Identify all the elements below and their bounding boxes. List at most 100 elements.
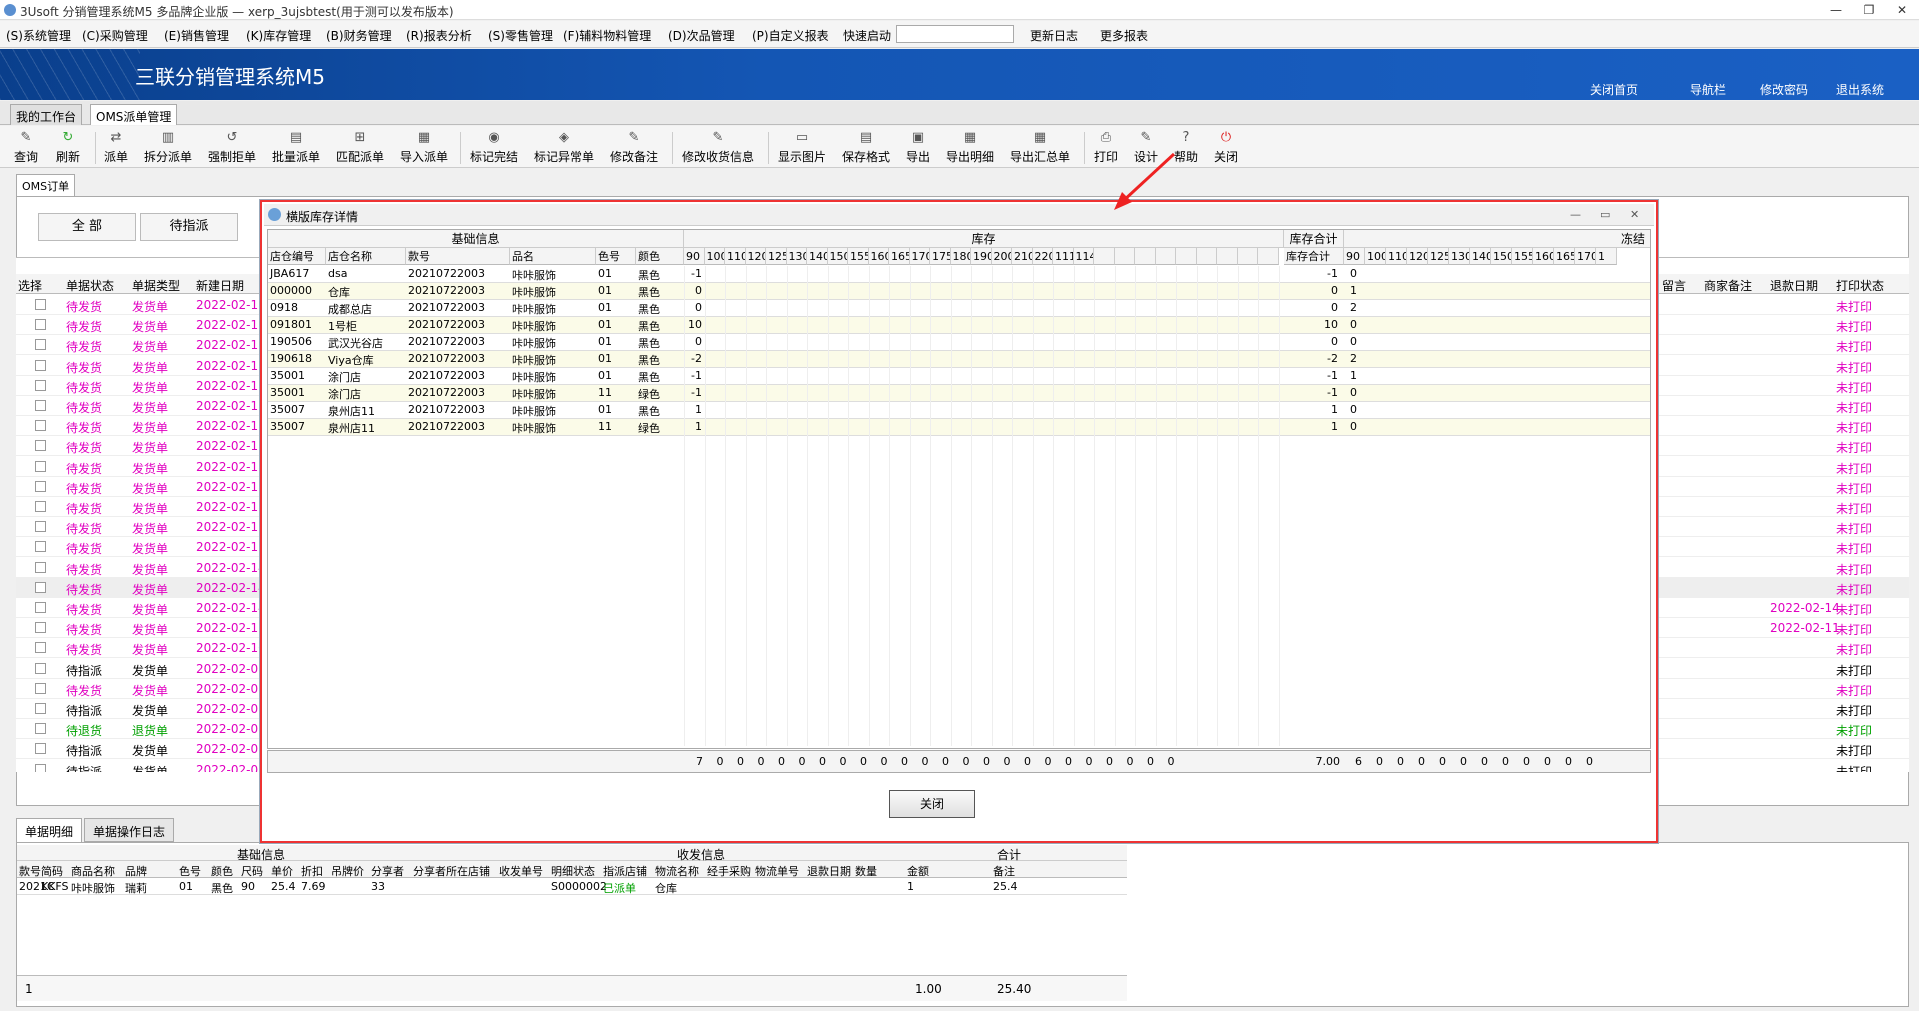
- export-detail-button[interactable]: ▦ 导出明细: [946, 130, 994, 165]
- size-col-header[interactable]: 170: [909, 248, 930, 265]
- frozen-size-header[interactable]: 165: [1554, 248, 1575, 265]
- size-col-header[interactable]: 150: [827, 248, 848, 265]
- stock-total-header[interactable]: 库存合计: [1284, 248, 1344, 265]
- link-navbar[interactable]: 导航栏: [1690, 81, 1726, 98]
- inventory-row[interactable]: 190618 Viya仓库 20210722003 咔咔服饰 01 黑色 -2 -2 2: [268, 351, 1650, 368]
- row-checkbox[interactable]: [35, 541, 46, 553]
- inventory-col-header[interactable]: 品名: [510, 248, 596, 265]
- size-col-header[interactable]: 125: [766, 248, 787, 265]
- detail-col-header[interactable]: 折扣: [301, 863, 323, 879]
- detail-col-header[interactable]: 色号: [179, 863, 201, 879]
- quick-launch-input[interactable]: [896, 25, 1014, 43]
- size-col-header[interactable]: 120: [745, 248, 766, 265]
- inventory-row[interactable]: 35007 泉州店11 20210722003 咔咔服饰 11 绿色 1 1 0: [268, 419, 1650, 436]
- detail-col-header[interactable]: 金额: [907, 863, 929, 879]
- menu-system[interactable]: (S)系统管理: [6, 27, 71, 44]
- size-col-header[interactable]: [1155, 248, 1176, 265]
- frozen-size-header[interactable]: 160: [1533, 248, 1554, 265]
- menu-defects[interactable]: (D)次品管理: [668, 27, 735, 44]
- detail-col-header[interactable]: 收发单号: [499, 863, 543, 879]
- inventory-col-header[interactable]: 款号: [406, 248, 510, 265]
- save-format-button[interactable]: ▤ 保存格式: [842, 130, 890, 165]
- size-col-header[interactable]: [1094, 248, 1115, 265]
- size-col-header[interactable]: [1237, 248, 1258, 265]
- row-checkbox[interactable]: [35, 501, 46, 512]
- size-col-header[interactable]: 210: [1012, 248, 1033, 265]
- row-checkbox[interactable]: [35, 642, 46, 654]
- size-col-header[interactable]: 110: [725, 248, 746, 265]
- inventory-row[interactable]: 35007 泉州店11 20210722003 咔咔服饰 01 黑色 1 1 0: [268, 402, 1650, 419]
- detail-col-header[interactable]: 退款日期: [807, 863, 851, 879]
- menu-inventory[interactable]: (K)库存管理: [246, 27, 311, 44]
- row-checkbox[interactable]: [35, 359, 46, 371]
- tab-oms-dispatch[interactable]: OMS派单管理: [90, 104, 178, 125]
- row-checkbox[interactable]: [35, 581, 46, 593]
- frozen-size-header[interactable]: 120: [1407, 248, 1428, 265]
- import-dispatch-button[interactable]: ▦ 导入派单: [400, 130, 448, 165]
- inventory-col-header[interactable]: 店仓名称: [326, 248, 406, 265]
- col-message[interactable]: 留言: [1662, 277, 1686, 294]
- row-checkbox[interactable]: [35, 299, 46, 310]
- filter-pending-assign-button[interactable]: 待指派: [140, 213, 238, 241]
- detail-col-header[interactable]: 物流单号: [755, 863, 799, 879]
- detail-col-header[interactable]: 备注: [993, 863, 1015, 879]
- detail-row[interactable]: 2021C KKFS 咔咔服饰 瑞莉 01 黑色 90 25.4 7.69 33 S0000002 已…: [17, 879, 1127, 895]
- dialog-maximize-icon[interactable]: ▭: [1600, 208, 1610, 221]
- size-col-header[interactable]: 190: [971, 248, 992, 265]
- row-checkbox[interactable]: [35, 743, 46, 755]
- detail-col-header[interactable]: 分享者: [371, 863, 404, 879]
- detail-col-header[interactable]: 商品名称: [71, 863, 115, 879]
- row-checkbox[interactable]: [35, 561, 46, 573]
- frozen-size-header[interactable]: 155: [1512, 248, 1533, 265]
- inventory-row[interactable]: 091801 1号柜 20210722003 咔咔服饰 01 黑色 10 10 0: [268, 317, 1650, 334]
- menu-finance[interactable]: (B)财务管理: [326, 27, 392, 44]
- inventory-col-header[interactable]: 颜色: [636, 248, 684, 265]
- detail-col-header[interactable]: 颜色: [211, 863, 233, 879]
- row-checkbox[interactable]: [35, 460, 46, 472]
- tab-operation-log[interactable]: 单据操作日志: [84, 818, 175, 842]
- size-col-header[interactable]: [1114, 248, 1135, 265]
- tab-oms-orders[interactable]: OMS订单: [16, 174, 76, 196]
- tab-order-detail[interactable]: 单据明细: [16, 818, 83, 842]
- dialog-close-button[interactable]: 关闭: [889, 790, 975, 818]
- detail-col-header[interactable]: 尺码: [241, 863, 263, 879]
- link-exit[interactable]: 退出系统: [1836, 81, 1884, 98]
- refresh-button[interactable]: ↻ 刷新: [56, 130, 80, 165]
- detail-col-header[interactable]: 明细状态: [551, 863, 595, 879]
- row-checkbox[interactable]: [35, 622, 46, 634]
- edit-receiver-button[interactable]: ✎ 修改收货信息: [682, 130, 754, 165]
- size-col-header[interactable]: 100: [704, 248, 725, 265]
- row-checkbox[interactable]: [35, 682, 46, 694]
- export-summary-button[interactable]: ▦ 导出汇总单: [1010, 130, 1070, 165]
- dialog-minimize-icon[interactable]: —: [1570, 208, 1581, 221]
- menu-custom-reports[interactable]: (P)自定义报表: [752, 27, 829, 44]
- menu-retail[interactable]: (S)零售管理: [488, 27, 553, 44]
- row-checkbox[interactable]: [35, 400, 46, 411]
- link-close-home[interactable]: 关闭首页: [1590, 81, 1638, 98]
- col-select[interactable]: 选择: [18, 277, 42, 294]
- inventory-col-header[interactable]: 店仓编号: [268, 248, 326, 265]
- detail-col-header[interactable]: 物流名称: [655, 863, 699, 879]
- detail-col-header[interactable]: 吊牌价: [331, 863, 364, 879]
- row-checkbox[interactable]: [35, 703, 46, 714]
- close-button[interactable]: ⏻ 关闭: [1214, 130, 1238, 165]
- frozen-size-header[interactable]: 90: [1344, 248, 1365, 265]
- size-col-header[interactable]: [1176, 248, 1197, 265]
- restore-icon[interactable]: ❐: [1857, 2, 1881, 18]
- mark-complete-button[interactable]: ◉ 标记完结: [470, 130, 518, 165]
- row-checkbox[interactable]: [35, 763, 46, 772]
- frozen-size-header[interactable]: 100: [1365, 248, 1386, 265]
- col-refund-date[interactable]: 退款日期: [1770, 277, 1818, 294]
- size-col-header[interactable]: 175: [930, 248, 951, 265]
- size-col-header[interactable]: 155: [848, 248, 869, 265]
- inventory-row[interactable]: 000000 仓库 20210722003 咔咔服饰 01 黑色 0 0 1: [268, 283, 1650, 300]
- row-checkbox[interactable]: [35, 420, 46, 432]
- menu-update-log[interactable]: 更新日志: [1030, 27, 1078, 44]
- size-col-header[interactable]: 165: [889, 248, 910, 265]
- size-col-header[interactable]: [1217, 248, 1238, 265]
- frozen-size-header[interactable]: 110: [1386, 248, 1407, 265]
- frozen-size-header[interactable]: 125: [1428, 248, 1449, 265]
- detail-col-header[interactable]: 单价: [271, 863, 293, 879]
- dialog-close-icon[interactable]: ✕: [1630, 208, 1639, 221]
- menu-reports[interactable]: (R)报表分析: [406, 27, 472, 44]
